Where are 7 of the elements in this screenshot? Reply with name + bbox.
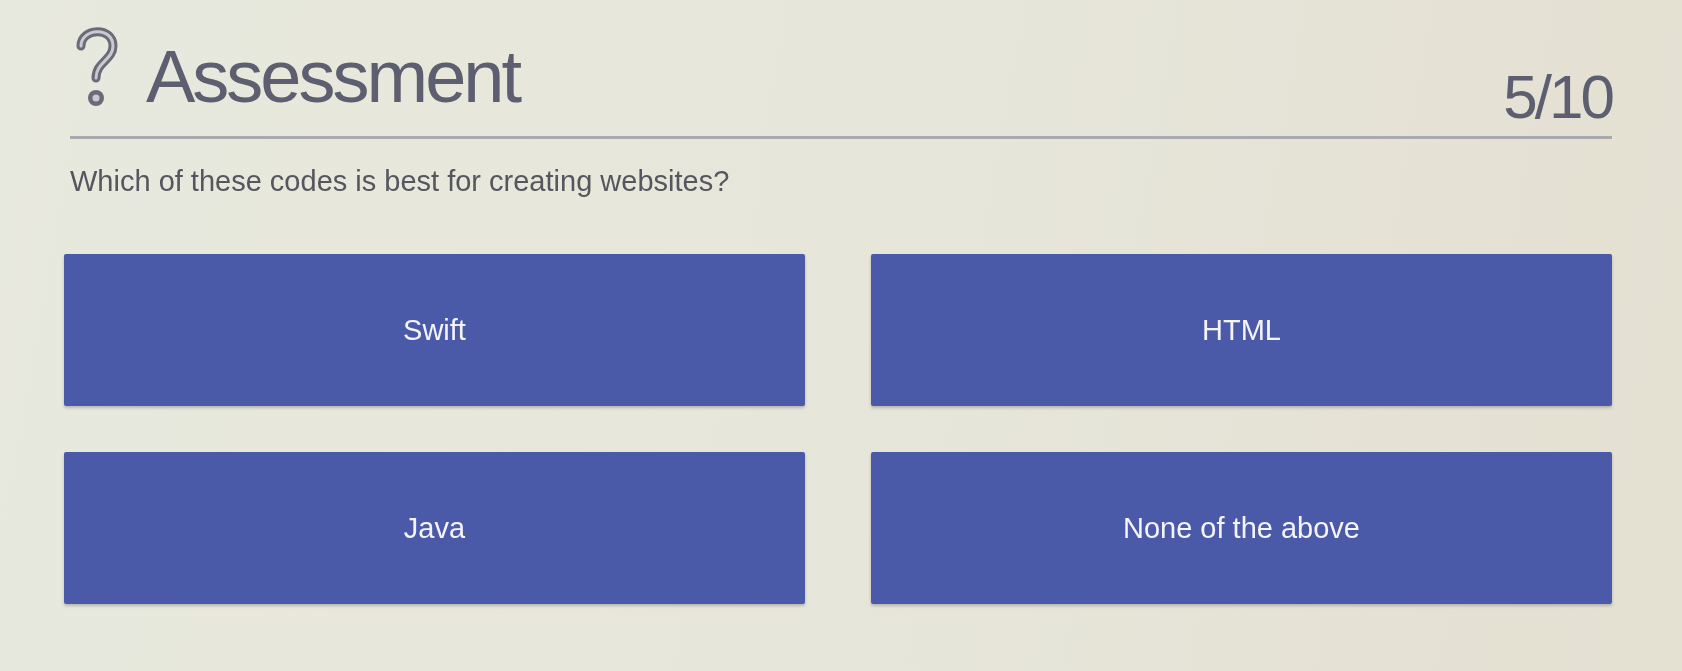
progress-counter: 5/10: [1503, 66, 1612, 128]
answer-button[interactable]: Java: [64, 452, 805, 604]
answer-button[interactable]: None of the above: [871, 452, 1612, 604]
page-title: Assessment: [146, 40, 520, 114]
answer-button[interactable]: Swift: [64, 254, 805, 406]
answer-button[interactable]: HTML: [871, 254, 1612, 406]
question-text: Which of these codes is best for creating websites?: [70, 165, 730, 198]
